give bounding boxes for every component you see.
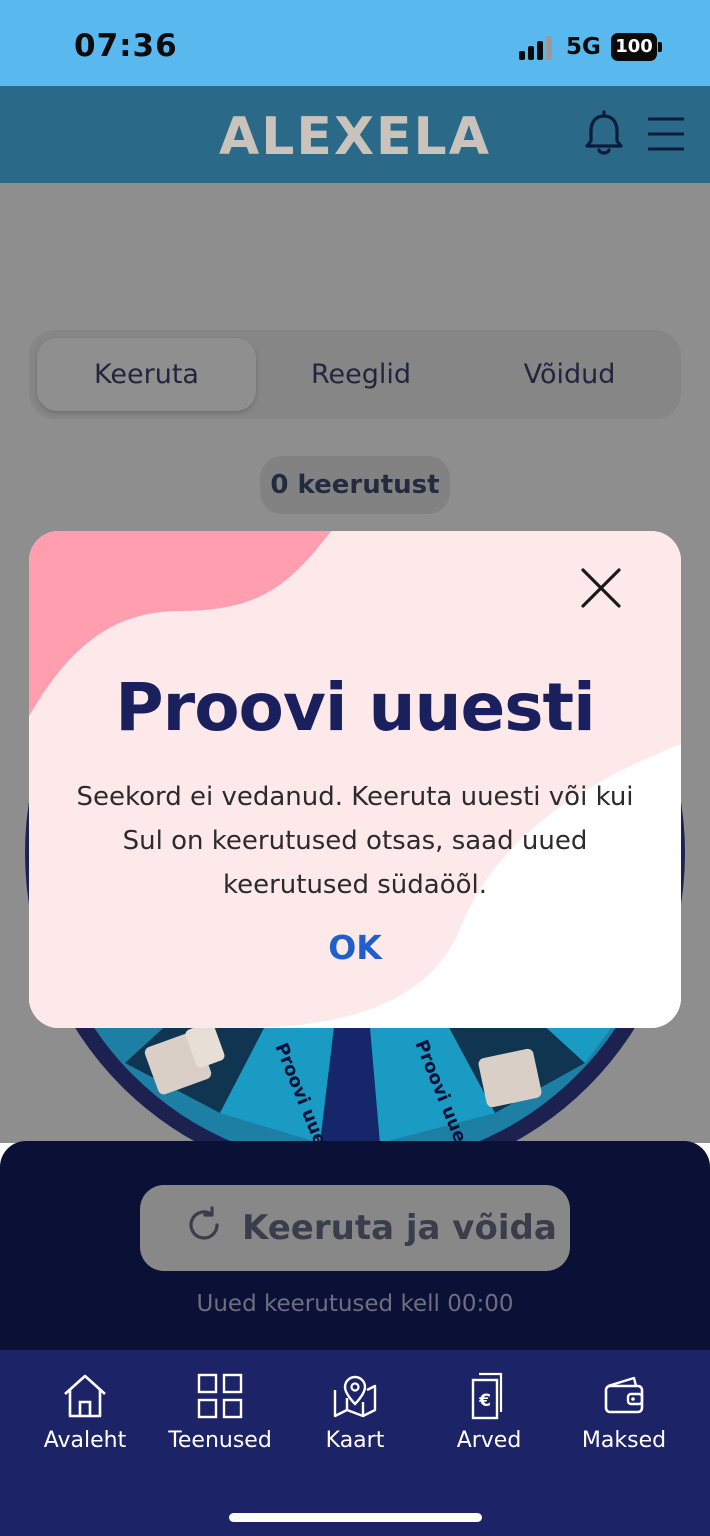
bell-icon[interactable] bbox=[582, 110, 626, 158]
status-time: 07:36 bbox=[74, 28, 178, 64]
ok-button[interactable]: OK bbox=[295, 923, 415, 973]
next-spins-text: Uued keerutused kell 00:00 bbox=[196, 1291, 514, 1317]
status-bar: 07:36 5G 100 bbox=[0, 0, 710, 86]
tab-reeglid[interactable]: Reeglid bbox=[256, 330, 466, 419]
battery-tip bbox=[658, 42, 662, 52]
map-icon bbox=[333, 1375, 377, 1418]
menu-icon[interactable] bbox=[646, 116, 686, 152]
tab-label-avaleht: Avaleht bbox=[43, 1428, 127, 1453]
tab-voidud[interactable]: Võidud bbox=[466, 330, 673, 419]
spin-button-label: Keeruta ja võida bbox=[242, 1208, 557, 1248]
tab-label-maksed: Maksed bbox=[581, 1428, 667, 1453]
tab-label-arved: Arved bbox=[456, 1428, 522, 1453]
brand-logo: ALEXELA bbox=[219, 108, 491, 160]
tab-maksed[interactable]: Maksed bbox=[559, 1372, 689, 1462]
signal-icon bbox=[519, 36, 557, 60]
tab-kaart[interactable]: Kaart bbox=[290, 1372, 420, 1462]
home-indicator[interactable] bbox=[229, 1513, 482, 1522]
tab-label-teenused: Teenused bbox=[168, 1428, 272, 1453]
invoice-icon: € bbox=[471, 1372, 503, 1420]
svg-text:ALEXELA: ALEXELA bbox=[219, 108, 491, 160]
app-header: ALEXELA bbox=[0, 86, 710, 183]
close-icon[interactable] bbox=[577, 564, 625, 612]
segment-control: Keeruta Reeglid Võidud bbox=[29, 330, 681, 419]
wallet-icon bbox=[604, 1376, 644, 1414]
network-type: 5G bbox=[566, 34, 601, 60]
tab-keeruta[interactable]: Keeruta bbox=[37, 330, 256, 419]
grid-icon bbox=[197, 1373, 243, 1419]
modal-message: Seekord ei vedanud. Keeruta uuesti või k… bbox=[76, 782, 634, 900]
tab-label-kaart: Kaart bbox=[325, 1428, 385, 1453]
svg-text:€: € bbox=[478, 1391, 491, 1411]
tab-avaleht[interactable]: Avaleht bbox=[20, 1372, 150, 1462]
refresh-icon bbox=[189, 1206, 219, 1240]
spin-button[interactable]: Keeruta ja võida bbox=[140, 1185, 570, 1271]
modal-title: Proovi uuesti bbox=[115, 669, 595, 746]
spin-panel: Keeruta ja võida Uued keerutused kell 00… bbox=[0, 1141, 710, 1351]
spins-count-badge: 0 keerutust bbox=[260, 456, 450, 514]
result-modal: Proovi uuesti Seekord ei vedanud. Keerut… bbox=[29, 531, 681, 1028]
battery-icon: 100 bbox=[611, 33, 657, 61]
home-icon bbox=[64, 1374, 106, 1418]
tab-arved[interactable]: € Arved bbox=[424, 1372, 554, 1462]
tab-bar: Avaleht Teenused Kaart € Arved Maksed bbox=[0, 1350, 710, 1536]
tab-teenused[interactable]: Teenused bbox=[155, 1372, 285, 1462]
